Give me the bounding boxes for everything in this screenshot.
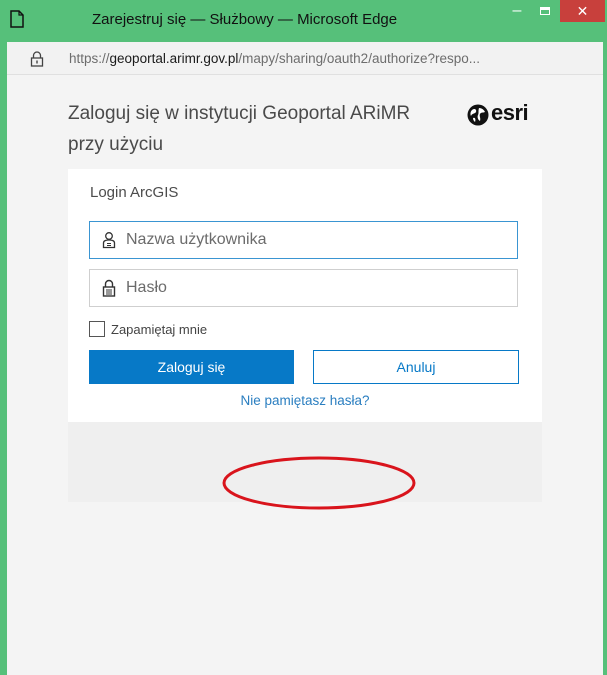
login-button[interactable]: Zaloguj się [89, 350, 294, 384]
padlock-icon [102, 279, 116, 297]
page-title: Zaloguj się w instytucji Geoportal ARiMR… [68, 103, 411, 155]
address-bar[interactable]: https://geoportal.arimr.gov.pl/mapy/shar… [7, 42, 603, 75]
username-input[interactable] [126, 222, 506, 258]
password-input[interactable] [126, 270, 506, 306]
lock-icon[interactable] [30, 51, 44, 67]
close-button[interactable]: ✕ [560, 0, 605, 22]
page-icon [10, 10, 24, 28]
username-field[interactable] [89, 221, 518, 259]
remember-me-checkbox[interactable] [89, 321, 105, 337]
esri-globe-icon [467, 104, 489, 126]
window-title: Zarejestruj się — Służbowy — Microsoft E… [92, 11, 398, 28]
title-bar[interactable]: Zarejestruj się — Służbowy — Microsoft E… [0, 0, 607, 42]
panel-title: Login ArcGIS [90, 184, 179, 201]
url-host: geoportal.arimr.gov.pl [109, 51, 239, 66]
highlight-annotation [222, 456, 416, 510]
remember-me-label[interactable]: Zapamiętaj mnie [111, 322, 207, 337]
url-text[interactable]: https://geoportal.arimr.gov.pl/mapy/shar… [69, 51, 599, 66]
user-icon [102, 232, 116, 249]
cancel-button[interactable]: Anuluj [313, 350, 519, 384]
maximize-button[interactable] [532, 1, 558, 25]
esri-logo-text: esri [491, 100, 529, 125]
maximize-icon [540, 7, 550, 15]
password-field[interactable] [89, 269, 518, 307]
url-prefix: https:// [69, 51, 110, 66]
minimize-button[interactable]: – [504, 1, 530, 25]
browser-window: Zarejestruj się — Służbowy — Microsoft E… [0, 0, 607, 675]
forgot-password-link[interactable]: Nie pamiętasz hasła? [68, 393, 542, 408]
login-panel: Login ArcGIS Zapamiętaj mnie Zaloguj się… [68, 169, 542, 422]
url-path: /mapy/sharing/oauth2/authorize?respo... [238, 51, 481, 66]
